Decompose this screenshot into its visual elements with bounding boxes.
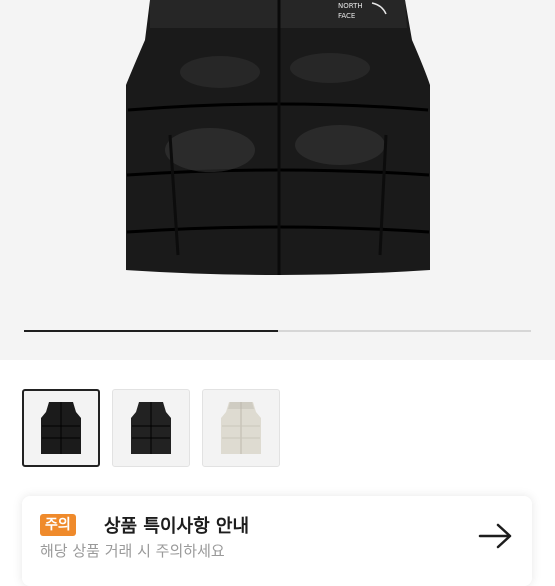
thumbnail-vest-icon bbox=[41, 402, 81, 454]
svg-text:FACE: FACE bbox=[338, 12, 355, 20]
notice-subtitle: 해당 상품 거래 시 주의하세요 bbox=[40, 542, 225, 560]
notice-card[interactable]: 주의 상품 특이사항 안내 해당 상품 거래 시 주의하세요 bbox=[22, 496, 532, 586]
thumbnail-3[interactable] bbox=[202, 389, 280, 467]
notice-badge: 주의 bbox=[40, 514, 76, 536]
thumbnail-vest-icon bbox=[131, 402, 171, 454]
gallery-progress bbox=[24, 330, 531, 332]
thumbnail-1[interactable] bbox=[22, 389, 100, 467]
notice-title: 상품 특이사항 안내 bbox=[104, 516, 250, 537]
gallery-progress-fill bbox=[24, 330, 278, 332]
svg-text:NORTH: NORTH bbox=[338, 2, 363, 10]
thumbnail-strip bbox=[22, 389, 280, 467]
vest-image: NORTH FACE bbox=[126, 0, 430, 275]
thumbnail-vest-icon bbox=[221, 402, 261, 454]
product-image-area[interactable]: NORTH FACE bbox=[0, 0, 555, 360]
arrow-right-icon[interactable] bbox=[478, 522, 514, 550]
thumbnail-2[interactable] bbox=[112, 389, 190, 467]
